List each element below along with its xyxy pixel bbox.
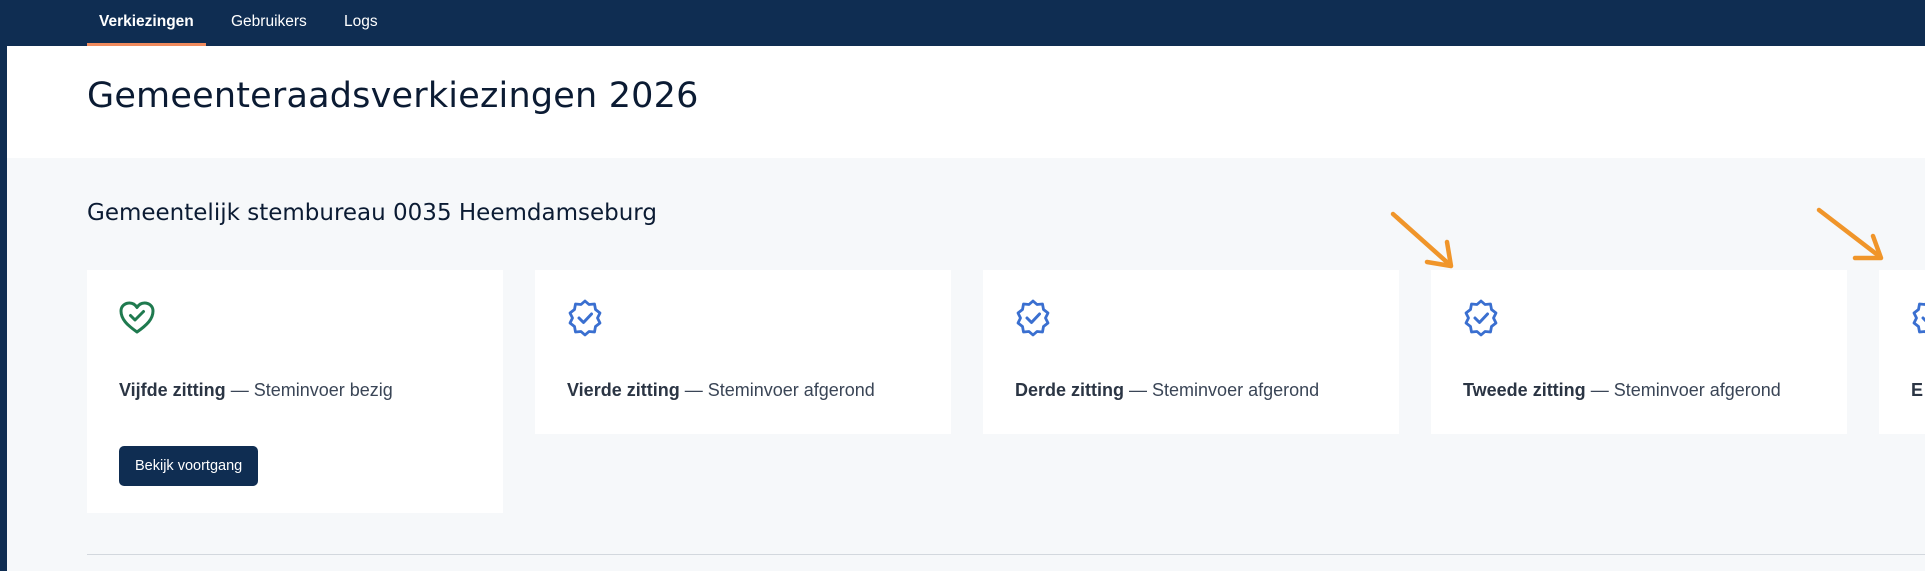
app-window: Verkiezingen Gebruikers Logs Gemeenteraa… bbox=[7, 0, 1925, 571]
tab-verkiezingen[interactable]: Verkiezingen bbox=[87, 0, 206, 46]
heart-check-icon bbox=[117, 298, 157, 338]
session-card-eerste: E bbox=[1879, 270, 1925, 434]
session-card-vierde: Vierde zitting — Steminvoer afgerond bbox=[535, 270, 951, 434]
tab-logs[interactable]: Logs bbox=[344, 0, 378, 46]
badge-check-icon bbox=[1909, 298, 1925, 338]
session-card-derde: Derde zitting — Steminvoer afgerond bbox=[983, 270, 1399, 434]
session-status-text: Vierde zitting — Steminvoer afgerond bbox=[567, 380, 875, 401]
session-name: Vierde zitting bbox=[567, 380, 680, 400]
session-card-tweede: Tweede zitting — Steminvoer afgerond bbox=[1431, 270, 1847, 434]
session-status: — Steminvoer bezig bbox=[230, 380, 393, 400]
badge-check-icon bbox=[1013, 298, 1053, 338]
annotation-arrow-icon bbox=[1816, 207, 1884, 261]
session-name: E bbox=[1911, 380, 1924, 400]
session-status: — Steminvoer afgerond bbox=[1590, 380, 1781, 400]
section-title: Gemeentelijk stembureau 0035 Heemdamsebu… bbox=[87, 200, 657, 226]
session-status: — Steminvoer afgerond bbox=[1129, 380, 1320, 400]
section-divider bbox=[87, 554, 1925, 555]
tab-gebruikers[interactable]: Gebruikers bbox=[231, 0, 307, 46]
session-status-text: Tweede zitting — Steminvoer afgerond bbox=[1463, 380, 1781, 401]
badge-check-icon bbox=[565, 298, 605, 338]
session-status: — Steminvoer afgerond bbox=[684, 380, 875, 400]
session-name: Derde zitting bbox=[1015, 380, 1125, 400]
session-status-text: Derde zitting — Steminvoer afgerond bbox=[1015, 380, 1319, 401]
session-status-text: Vijfde zitting — Steminvoer bezig bbox=[119, 380, 393, 401]
session-name: Vijfde zitting bbox=[119, 380, 226, 400]
view-progress-button[interactable]: Bekijk voortgang bbox=[119, 446, 259, 486]
page-header: Gemeenteraadsverkiezingen 2026 bbox=[7, 46, 1925, 158]
top-navigation: Verkiezingen Gebruikers Logs bbox=[7, 0, 1925, 46]
badge-check-icon bbox=[1461, 298, 1501, 338]
session-name: Tweede zitting bbox=[1463, 380, 1586, 400]
session-status-text: E bbox=[1911, 380, 1923, 401]
session-card-vijfde: Vijfde zitting — Steminvoer bezig Bekijk… bbox=[87, 270, 503, 513]
annotation-arrow-icon bbox=[1390, 211, 1454, 269]
page-title: Gemeenteraadsverkiezingen 2026 bbox=[87, 76, 699, 116]
